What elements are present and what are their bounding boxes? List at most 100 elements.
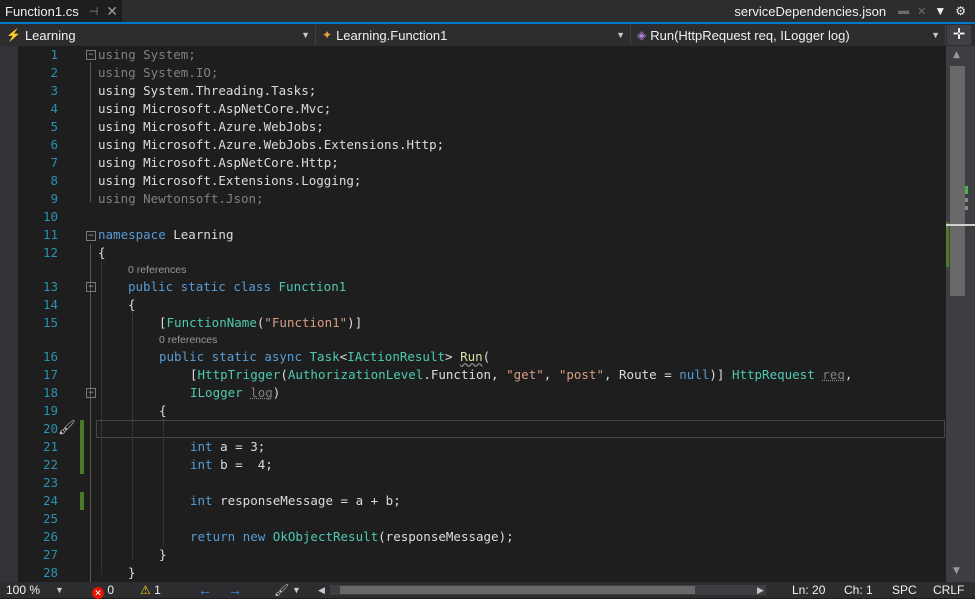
class-dropdown-label: Learning.Function1 [336, 27, 448, 43]
code-text: [HttpTrigger(AuthorizationLevel.Function… [190, 366, 852, 384]
code-line-20: 20 [0, 420, 946, 438]
warning-count: 1 [154, 583, 161, 597]
line-number: 5 [50, 119, 58, 134]
line-number: 20 [42, 421, 58, 436]
split-editor-icon[interactable]: ✛ [947, 25, 971, 45]
gear-icon[interactable]: ⚙ [955, 4, 966, 18]
code-line-1: 1 using System; [0, 46, 946, 64]
keyword: new [242, 529, 266, 544]
scroll-down-arrow-icon[interactable]: ▼ [953, 566, 960, 576]
code-line-18: 18 ILogger log) [0, 384, 946, 402]
navigation-bar: ⚡ Learning ▼ ✦ Learning.Function1 ▼ ◈ Ru… [0, 24, 975, 46]
bracket: )] [347, 315, 363, 330]
line-number: 17 [42, 367, 58, 382]
statement: (responseMessage); [378, 529, 514, 544]
statement: responseMessage = a + b; [212, 493, 401, 508]
member-dropdown[interactable]: ◈ Run(HttpRequest req, ILogger log) ▼ [631, 25, 946, 45]
class-icon: ✦ [322, 28, 333, 42]
scroll-left-arrow-icon[interactable]: ◀ [318, 582, 325, 598]
code-text: { [98, 245, 106, 260]
line-number: 25 [42, 511, 58, 526]
tab-function1-cs[interactable]: Function1.cs ⊣ ✕ [0, 0, 122, 22]
line-number: 6 [50, 137, 58, 152]
code-text: using System.Threading.Tasks; [98, 83, 317, 98]
line-number: 23 [42, 475, 58, 490]
tab-list-dropdown-icon[interactable]: ▼ [934, 4, 946, 18]
code-line-19: 19 { [0, 402, 946, 420]
code-editor[interactable]: 🖌 − − − − 1 using System; 2 using System… [0, 46, 946, 582]
line-number: 24 [42, 493, 58, 508]
error-icon: ✕ [92, 587, 104, 599]
code-line-9: 9 using Newtonsoft.Json; [0, 190, 946, 208]
code-text: using Newtonsoft.Json; [98, 191, 264, 206]
line-number: 28 [42, 565, 58, 580]
string-literal: "Function1" [264, 315, 348, 330]
scroll-right-arrow-icon[interactable]: ▶ [757, 582, 764, 598]
bracket: [ [190, 367, 198, 382]
close-tab-icon[interactable]: ✕ [106, 3, 118, 20]
paren: ( [482, 349, 491, 364]
warning-icon: ⚠ [140, 583, 151, 597]
horizontal-scrollbar-thumb[interactable] [340, 586, 695, 594]
errors-indicator[interactable]: ✕ 0 [92, 582, 114, 599]
code-line-12: 12 { [0, 244, 946, 262]
code-text: } [128, 565, 136, 580]
zoom-chevron-down-icon[interactable]: ▼ [55, 582, 64, 598]
bracket: )] [709, 367, 732, 382]
code-line-5: 5 using Microsoft.Azure.WebJobs; [0, 118, 946, 136]
line-indicator[interactable]: Ln: 20 [792, 582, 825, 598]
code-line-27: 27 } [0, 546, 946, 564]
vertical-scrollbar[interactable]: ▲ ▼ [946, 46, 975, 582]
code-text: int a = 3; [190, 438, 265, 456]
code-text: using Microsoft.AspNetCore.Mvc; [98, 101, 332, 116]
project-dropdown[interactable]: ⚡ Learning ▼ [0, 25, 316, 45]
error-count: 0 [107, 583, 115, 597]
tab-label-right: serviceDependencies.json [734, 3, 887, 19]
code-text: public static async Task<IActionResult> … [159, 348, 490, 366]
code-text: public static class Function1 [128, 278, 346, 296]
line-number: 1 [50, 47, 58, 62]
codelens-references[interactable]: 0 references [0, 332, 946, 348]
type-name: OkObjectResult [272, 529, 379, 544]
code-cleanup-icon[interactable]: 🖌 [274, 582, 289, 598]
class-dropdown[interactable]: ✦ Learning.Function1 ▼ [316, 25, 631, 45]
line-number: 8 [50, 173, 58, 188]
warnings-indicator[interactable]: ⚠ 1 [140, 582, 161, 598]
zoom-level[interactable]: 100 % [6, 582, 40, 598]
navigate-forward-icon[interactable]: → [228, 582, 242, 598]
line-number: 13 [42, 279, 58, 294]
close-tab-icon-right[interactable]: ✕ [917, 5, 926, 18]
line-ending-indicator[interactable]: CRLF [933, 582, 964, 598]
method-name: Run [460, 349, 483, 364]
attribute-name: HttpTrigger [197, 367, 281, 382]
pin-icon[interactable]: ⊣ [89, 5, 99, 18]
line-number: 7 [50, 155, 58, 170]
tab-service-dependencies[interactable]: serviceDependencies.json ▬ ✕ ▼ ⚙ [734, 0, 975, 22]
scroll-up-arrow-icon[interactable]: ▲ [953, 50, 960, 60]
line-number: 15 [42, 315, 58, 330]
code-line-14: 14 { [0, 296, 946, 314]
code-line-25: 25 [0, 510, 946, 528]
line-number: 2 [50, 65, 58, 80]
column-indicator[interactable]: Ch: 1 [844, 582, 873, 598]
line-number: 12 [42, 245, 58, 260]
code-line-24: 24 int responseMessage = a + b; [0, 492, 946, 510]
cleanup-chevron-down-icon[interactable]: ▼ [292, 582, 301, 598]
scrollbar-thumb[interactable] [950, 66, 965, 296]
indentation-indicator[interactable]: SPC [892, 582, 917, 598]
code-text: using Microsoft.AspNetCore.Http; [98, 155, 339, 170]
method-icon: ◈ [637, 28, 647, 42]
pin-icon-right[interactable]: ▬ [898, 5, 909, 17]
code-line-22: 22 int b = 4; [0, 456, 946, 474]
code-line-15: 15 [FunctionName("Function1")] [0, 314, 946, 332]
code-text: using Microsoft.Azure.WebJobs; [98, 119, 324, 134]
member-dropdown-label: Run(HttpRequest req, ILogger log) [650, 27, 850, 43]
navigate-back-icon[interactable]: ← [198, 582, 212, 598]
code-text: { [128, 297, 136, 312]
codelens-references[interactable]: 0 references [0, 262, 946, 278]
code-text: using Microsoft.Azure.WebJobs.Extensions… [98, 137, 445, 152]
type-name: AuthorizationLevel [287, 367, 424, 382]
line-number: 16 [42, 349, 58, 364]
angle: > [445, 349, 461, 364]
attribute-name: FunctionName [166, 315, 257, 330]
